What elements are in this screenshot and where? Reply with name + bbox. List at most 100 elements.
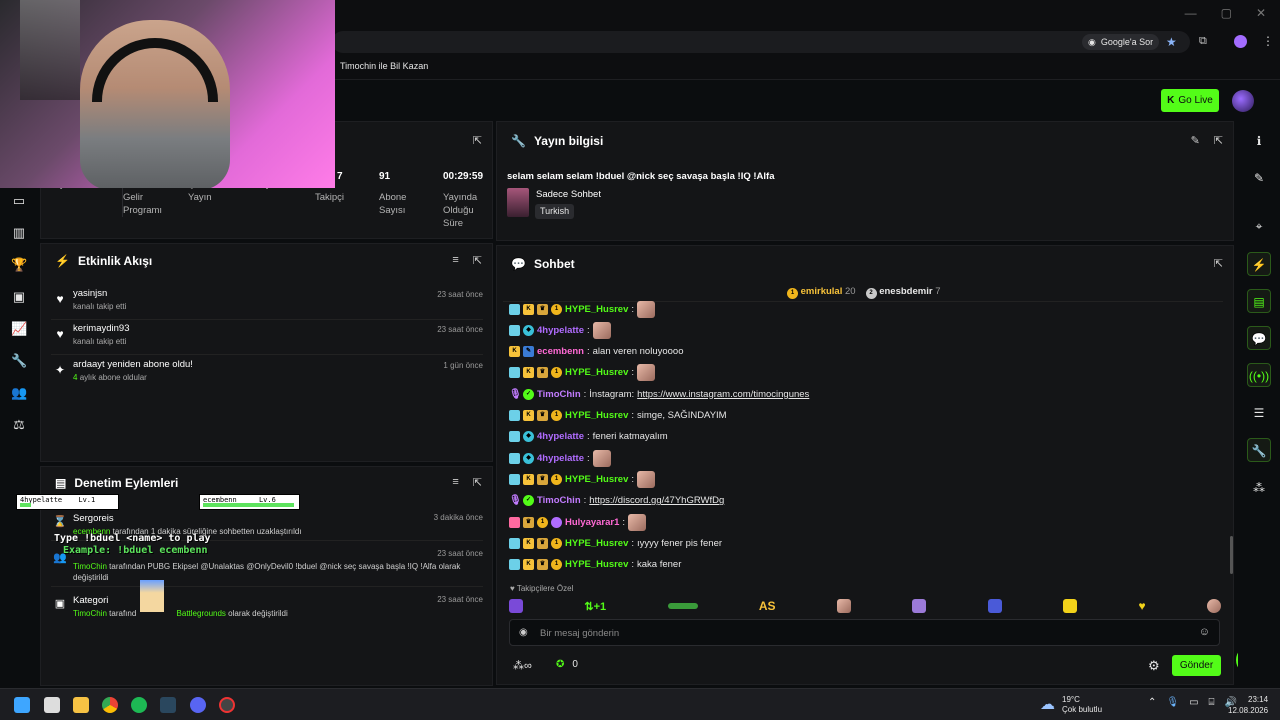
emote[interactable]: AS: [759, 599, 776, 613]
emote[interactable]: ⇅+1: [584, 600, 606, 613]
emoji-icon[interactable]: ☺: [1199, 626, 1210, 638]
chat-colon: :: [583, 495, 587, 507]
chrome-icon[interactable]: [102, 697, 118, 713]
chat-badge-icon: ◆: [523, 324, 534, 336]
maximize-icon[interactable]: ▢: [1221, 6, 1232, 20]
browser-menu-icon[interactable]: ⋮: [1262, 34, 1274, 48]
google-sor-button[interactable]: ◉ Google'a Sor: [1082, 34, 1160, 50]
focus-icon[interactable]: ⌖: [1247, 214, 1271, 238]
wrench-icon[interactable]: 🔧: [11, 353, 27, 369]
bookmark-item[interactable]: Timochin ile Bil Kazan: [340, 61, 428, 71]
chat-username[interactable]: HYPE_Husrev: [565, 367, 628, 378]
browser-profile-icon[interactable]: [1234, 35, 1247, 48]
info-icon[interactable]: ℹ: [1247, 129, 1271, 153]
category-name[interactable]: Sadece Sohbet: [536, 189, 601, 200]
weather-widget[interactable]: 19°C Çok bulutlu: [1062, 695, 1102, 715]
chat-message: K ♛ 1 HYPE_Husrev:: [509, 300, 656, 318]
discord-icon[interactable]: [190, 697, 206, 713]
activity-feed-icon[interactable]: ⚡: [1247, 252, 1271, 276]
emote[interactable]: [509, 599, 523, 613]
microphone-icon[interactable]: 🎙: [1166, 697, 1179, 708]
extensions-icon[interactable]: ⧉: [1199, 35, 1207, 48]
chat-username[interactable]: 4hypelatte: [537, 431, 584, 442]
address-bar[interactable]: [332, 31, 1190, 53]
wrench-icon[interactable]: 🔧: [1247, 438, 1271, 462]
steam-icon[interactable]: [160, 697, 176, 713]
chart-icon[interactable]: 📈: [11, 321, 27, 337]
chat-username[interactable]: HYPE_Husrev: [565, 410, 628, 421]
minimize-icon[interactable]: —: [1185, 6, 1197, 20]
popout-icon[interactable]: ⇱: [473, 254, 482, 267]
community-icon[interactable]: ⁂: [1247, 476, 1271, 500]
popout-icon[interactable]: ⇱: [1214, 134, 1223, 147]
spotify-icon[interactable]: [131, 697, 147, 713]
language-tag[interactable]: Turkish: [535, 204, 575, 219]
clock[interactable]: 23:14 12.08.2026: [1228, 694, 1268, 716]
stack-icon[interactable]: ☰: [1247, 401, 1271, 425]
display-icon[interactable]: ▭: [1189, 697, 1198, 708]
chat-link[interactable]: https://www.instagram.com/timocingunes: [637, 389, 809, 400]
windows-start-icon[interactable]: [14, 697, 30, 713]
emote[interactable]: [836, 599, 851, 613]
popout-icon[interactable]: ⇱: [473, 134, 482, 147]
chat-badge-icon: [509, 452, 520, 464]
filter-icon[interactable]: ≡: [452, 254, 458, 267]
chat-input[interactable]: ◉ Bir mesaj gönderin ☺: [509, 619, 1220, 646]
close-icon[interactable]: ✕: [1256, 6, 1266, 20]
obs-icon[interactable]: [219, 697, 235, 713]
filter-icon[interactable]: ≡: [452, 476, 458, 489]
gifter-item[interactable]: 2 enesbdemir 7: [865, 286, 940, 299]
chat-scrollbar[interactable]: [1230, 536, 1233, 574]
emote[interactable]: [667, 603, 698, 609]
chat-username[interactable]: HYPE_Husrev: [565, 538, 628, 549]
infinity-icon[interactable]: ⁂∞: [513, 659, 532, 672]
bookmark-star-icon[interactable]: ★: [1166, 35, 1177, 49]
emote[interactable]: [1206, 599, 1221, 613]
emote[interactable]: [1063, 599, 1078, 613]
broadcast-icon[interactable]: ((•)): [1247, 363, 1271, 387]
chat-username[interactable]: 4hypelatte: [537, 325, 584, 336]
chat-username[interactable]: HYPE_Husrev: [565, 559, 628, 570]
edit-icon[interactable]: ✎: [1191, 134, 1200, 147]
gifter-item[interactable]: 1 emirkulal 20: [787, 286, 856, 299]
chat-username[interactable]: TimoChin: [537, 495, 581, 506]
chat-username[interactable]: ecembenn: [537, 346, 584, 357]
trophy-icon[interactable]: 🏆: [11, 257, 27, 273]
emote[interactable]: ♥: [1138, 599, 1145, 613]
chat-badge-icon: K: [523, 410, 534, 421]
chat-icon[interactable]: 💬: [1247, 326, 1271, 350]
followers-only-label: ♥ Takipçilere Özel: [510, 584, 574, 593]
popout-icon[interactable]: ⇱: [1214, 257, 1223, 270]
channel-points[interactable]: ✪ 0: [556, 659, 578, 670]
analytics-icon[interactable]: ▥: [11, 225, 27, 241]
chat-colon: :: [631, 367, 635, 379]
chat-title: 💬 Sohbet: [511, 257, 575, 271]
chat-username[interactable]: HYPE_Husrev: [565, 304, 628, 315]
network-icon[interactable]: ⌸: [1209, 697, 1215, 708]
chat-badge-icon: ♛: [537, 537, 548, 549]
task-view-icon[interactable]: [44, 697, 60, 713]
video-icon[interactable]: ▣: [11, 289, 27, 305]
chat-username[interactable]: HYPE_Husrev: [565, 474, 628, 485]
chat-username[interactable]: 4hypelatte: [537, 453, 584, 464]
file-explorer-icon[interactable]: [73, 697, 89, 713]
users-icon[interactable]: 👥: [11, 385, 27, 401]
chat-message: 🎙 ✓ TimoChin: İnstagram: https://www.insta…: [509, 385, 809, 403]
chat-link[interactable]: https://discord.gg/47YhGRWfDg: [589, 495, 724, 506]
stream-manager-icon[interactable]: ▭: [11, 193, 27, 209]
chat-username[interactable]: TimoChin: [537, 389, 581, 400]
emote[interactable]: [912, 599, 927, 613]
avatar[interactable]: [1232, 90, 1254, 112]
send-button[interactable]: Gönder: [1172, 655, 1221, 676]
overlay-instructions: Type !bduel <name> to play: [54, 533, 211, 544]
chevron-up-icon[interactable]: ⌃: [1148, 697, 1156, 708]
popout-icon[interactable]: ⇱: [473, 476, 482, 489]
chat-username[interactable]: Hulyayarar1: [565, 517, 619, 528]
settings-icon[interactable]: ⚙: [1148, 658, 1160, 674]
go-live-button[interactable]: K Go Live: [1161, 89, 1219, 112]
moderation-icon[interactable]: ⚖: [11, 417, 27, 433]
moderation-icon[interactable]: ▤: [1247, 289, 1271, 313]
emote[interactable]: [987, 599, 1002, 613]
edit-icon[interactable]: ✎: [1247, 166, 1271, 190]
chat-message: K ♛ 1 HYPE_Husrev: simge, SAĞINDAYIM: [509, 407, 727, 425]
